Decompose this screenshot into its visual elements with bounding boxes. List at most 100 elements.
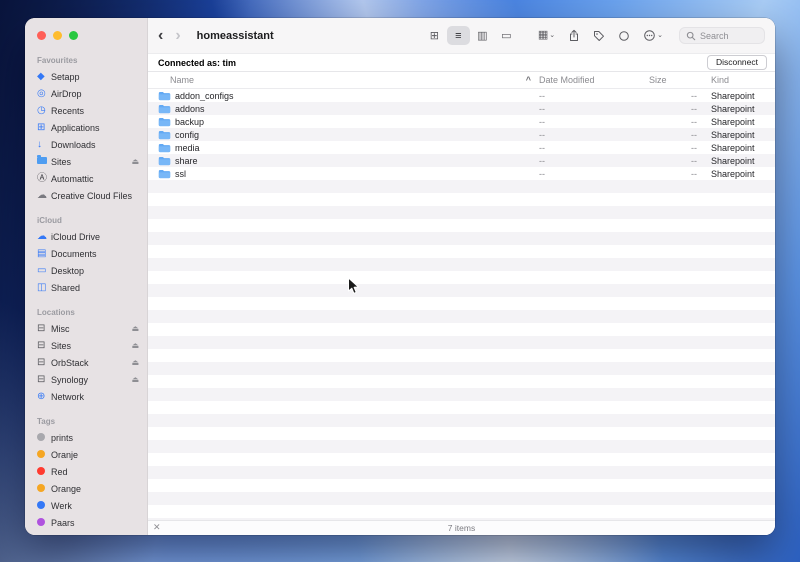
toolbar-icons: ▦ ⌄ ⌄ [538, 29, 663, 42]
sidebar-item-label: Sites [51, 156, 72, 167]
sidebar-section-icloud: iCloud ☁ iCloud Drive ▤ Documents ▭ Desktop ◫ Sh… [25, 216, 147, 296]
list-view-button[interactable]: ≡ [446, 26, 470, 45]
column-header-size[interactable]: Size [639, 75, 697, 85]
file-date-modified: -- [539, 103, 545, 114]
file-row-backup[interactable]: backup -- -- Sharepoint [148, 115, 775, 128]
search-input[interactable]: Search [679, 27, 765, 44]
sidebar-item-paars[interactable]: Paars [25, 514, 147, 531]
sidebar-item-oranje[interactable]: Oranje [25, 446, 147, 463]
clock-icon: ◷ [37, 104, 46, 116]
sidebar-item-label: Synology [51, 374, 89, 385]
tag-dot-icon [37, 500, 51, 511]
tag-dot-icon [37, 534, 51, 535]
file-row-addon_configs[interactable]: addon_configs -- -- Sharepoint [148, 89, 775, 102]
tag-dot-icon [37, 432, 51, 443]
group-glyph: ▦ [537, 29, 549, 41]
icloud-icon: ☁ [37, 230, 47, 242]
sidebar-item-werk[interactable]: Werk [25, 497, 147, 514]
desktop-wallpaper: Favourites ◆ Setapp ◎ AirDrop ◷ Recents ⊞ Applic… [0, 0, 800, 562]
group-by-icon[interactable]: ▦ ⌄ [538, 30, 555, 41]
file-date-modified: -- [539, 168, 545, 179]
eject-icon[interactable]: ⏏ [131, 341, 139, 350]
sidebar-section-tags: Tags prints Oranje Red Orange Werk Paars Green [25, 417, 147, 535]
sidebar-item-label: Oranje [51, 449, 79, 460]
sidebar-item-sites[interactable]: Sites ⏏ [25, 153, 147, 170]
sidebar-item-label: Sites [51, 340, 72, 351]
setapp-icon: ◆ [37, 70, 45, 82]
column-header-date-modified[interactable]: Date Modified [539, 75, 639, 85]
sidebar-item-creative-cloud-files[interactable]: ☁ Creative Cloud Files [25, 187, 147, 204]
eject-icon[interactable]: ⏏ [131, 358, 139, 367]
file-name: config [175, 129, 200, 140]
sidebar-item-orbstack[interactable]: ⊟ OrbStack ⏏ [25, 354, 147, 371]
column-name-label: Name [170, 75, 195, 85]
close-x-icon[interactable]: ✕ [153, 523, 161, 532]
tag-dot-icon [37, 483, 51, 494]
chevron-down-icon: ⌄ [549, 32, 556, 39]
applications-icon: ⊞ [37, 121, 46, 133]
sidebar-sections: Favourites ◆ Setapp ◎ AirDrop ◷ Recents ⊞ Applic… [25, 56, 147, 535]
icon-view-button[interactable]: ⊞ [423, 26, 446, 45]
share-icon[interactable] [568, 29, 580, 42]
column-view-button[interactable]: ▥ [471, 26, 494, 45]
sidebar-item-green[interactable]: Green [25, 531, 147, 536]
gallery-view-button[interactable]: ▭ [495, 26, 518, 45]
sidebar-item-documents[interactable]: ▤ Documents [25, 245, 147, 262]
minimize-button[interactable] [53, 31, 62, 40]
sidebar-item-downloads[interactable]: ↓ Downloads [25, 136, 147, 153]
back-button[interactable]: ‹ [158, 27, 163, 44]
file-row-media[interactable]: media -- -- Sharepoint [148, 141, 775, 154]
sidebar-item-automattic[interactable]: Ⓐ Automattic [25, 170, 147, 187]
file-name-cell: media [158, 143, 539, 153]
file-size: -- [691, 103, 697, 114]
sidebar-item-orange[interactable]: Orange [25, 480, 147, 497]
tag-icon[interactable] [593, 30, 605, 42]
sidebar-item-icloud-drive[interactable]: ☁ iCloud Drive [25, 228, 147, 245]
sidebar-item-label: Automattic [51, 173, 94, 184]
sidebar-item-label: Misc [51, 323, 70, 334]
document-icon: ▤ [37, 247, 47, 259]
column-header-name[interactable]: Name ^ [158, 75, 539, 85]
sidebar-item-desktop[interactable]: ▭ Desktop [25, 262, 147, 279]
close-button[interactable] [37, 31, 46, 40]
sidebar-item-prints[interactable]: prints [25, 429, 147, 446]
eject-icon[interactable]: ⏏ [131, 324, 139, 333]
sidebar-item-label: Applications [51, 122, 100, 133]
zoom-button[interactable] [69, 31, 78, 40]
disconnect-button[interactable]: Disconnect [706, 55, 767, 70]
eject-icon[interactable]: ⏏ [131, 157, 139, 166]
file-row-ssl[interactable]: ssl -- -- Sharepoint [148, 167, 775, 180]
sidebar-item-setapp[interactable]: ◆ Setapp [25, 68, 147, 85]
sidebar-item-applications[interactable]: ⊞ Applications [25, 119, 147, 136]
sidebar-item-label: Recents [51, 105, 85, 116]
sidebar-item-synology[interactable]: ⊟ Synology ⏏ [25, 371, 147, 388]
file-date-modified: -- [539, 116, 545, 127]
folder-icon [158, 130, 171, 139]
folder-icon [158, 91, 171, 100]
toolbar: ‹ › homeassistant ⊞ ≡ ▥ ▭ ▦ ⌄ ⌄ Search [148, 18, 775, 54]
sidebar-item-label: Red [51, 466, 68, 477]
circle-badge-icon[interactable] [618, 30, 630, 42]
sidebar-item-shared[interactable]: ◫ Shared [25, 279, 147, 296]
file-kind: Sharepoint [711, 129, 755, 140]
sidebar-item-sites[interactable]: ⊟ Sites ⏏ [25, 337, 147, 354]
file-row-config[interactable]: config -- -- Sharepoint [148, 128, 775, 141]
file-row-addons[interactable]: addons -- -- Sharepoint [148, 102, 775, 115]
file-kind: Sharepoint [711, 155, 755, 166]
forward-button[interactable]: › [175, 27, 180, 44]
sidebar: Favourites ◆ Setapp ◎ AirDrop ◷ Recents ⊞ Applic… [25, 18, 148, 535]
sidebar-item-label: Downloads [51, 139, 96, 150]
sidebar-item-label: prints [51, 432, 74, 443]
sidebar-item-misc[interactable]: ⊟ Misc ⏏ [25, 320, 147, 337]
sidebar-item-recents[interactable]: ◷ Recents [25, 102, 147, 119]
sidebar-item-red[interactable]: Red [25, 463, 147, 480]
eject-icon[interactable]: ⏏ [131, 375, 139, 384]
sidebar-item-network[interactable]: ⊕ Network [25, 388, 147, 405]
more-actions-icon[interactable]: ⌄ [643, 29, 663, 42]
column-header-kind[interactable]: Kind [697, 75, 761, 85]
file-kind: Sharepoint [711, 142, 755, 153]
sidebar-item-label: AirDrop [51, 88, 82, 99]
file-row-share[interactable]: share -- -- Sharepoint [148, 154, 775, 167]
sidebar-item-airdrop[interactable]: ◎ AirDrop [25, 85, 147, 102]
file-kind: Sharepoint [711, 103, 755, 114]
